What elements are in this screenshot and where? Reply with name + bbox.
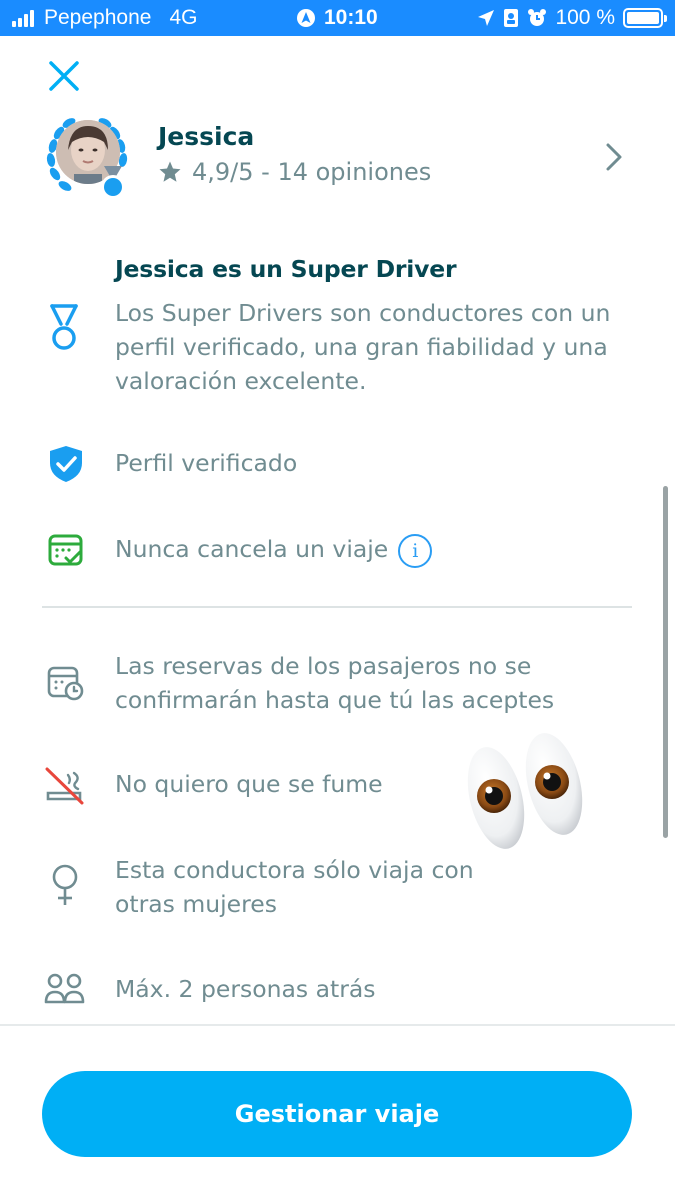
status-bar: Pepephone 4G 10:10 100 % [0,0,675,36]
info-icon: i [412,539,419,562]
footer-divider [0,1024,675,1026]
never-cancels-line: Nunca cancela un viaje i [115,532,645,568]
chevron-right-icon [606,143,622,171]
calendar-check-icon [48,534,83,566]
women-only-text: Esta conductora sólo viaja con otras muj… [115,856,474,918]
close-button[interactable] [44,56,84,96]
bookings-text: Las reservas de los pasajeros no se conf… [115,652,555,714]
section-divider [42,606,632,608]
eyes-emoji [467,733,583,849]
battery-icon [623,8,667,28]
super-driver-description: Los Super Drivers son conductores con un… [115,299,611,395]
network-label: 4G [169,6,198,29]
verified-text: Perfil verificado [115,449,298,477]
rating-text: 4,9/5 - 14 opiniones [192,158,432,186]
super-driver-title: Jessica es un Super Driver [115,255,457,283]
driver-name: Jessica [158,122,255,151]
never-cancels-text: Nunca cancela un viaje [115,535,389,563]
driver-rating: 4,9/5 - 14 opiniones [158,158,431,186]
super-driver-medal-icon [101,166,125,199]
calendar-clock-icon [47,666,84,701]
alarm-icon [528,9,547,26]
location-icon [478,10,495,26]
scrollbar[interactable] [663,486,668,838]
female-icon [52,864,78,905]
info-button[interactable]: i [398,533,433,568]
people-icon [44,973,85,1004]
location-arrow-circle-icon [297,9,315,27]
clock-time: 10:10 [324,6,378,29]
status-left: Pepephone 4G [12,6,197,30]
driver-profile-row[interactable]: Jessica 4,9/5 - 14 opiniones [42,112,632,202]
no-smoking-icon [45,767,84,805]
max-back-text: Máx. 2 personas atrás [115,975,376,1003]
star-icon [159,161,181,182]
avatar-with-laurel [42,112,132,202]
status-right: 100 % [477,6,667,30]
status-center: 10:10 [296,6,378,30]
manage-trip-button[interactable]: Gestionar viaje [42,1071,632,1157]
medal-icon [50,304,78,350]
battery-label: 100 % [555,6,615,29]
carrier-label: Pepephone [44,6,152,29]
close-icon [49,61,79,91]
signal-icon [12,9,34,27]
shield-check-icon [50,446,82,482]
portrait-lock-icon [504,9,519,27]
